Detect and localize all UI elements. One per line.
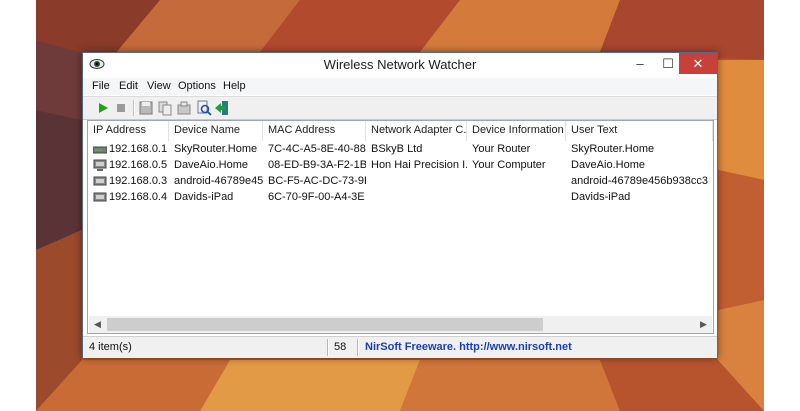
nirsoft-link[interactable]: NirSoft Freeware. http://www.nirsoft.net bbox=[365, 340, 572, 355]
cell-device-name: android-46789e45... bbox=[174, 175, 263, 187]
cell-device-info bbox=[467, 173, 566, 189]
title-bar[interactable]: Wireless Network Watcher – ☐ ✕ bbox=[83, 53, 717, 77]
table-row[interactable]: 192.168.0.3 android-46789e45... BC-F5-AC… bbox=[88, 173, 713, 189]
maximize-button[interactable]: ☐ bbox=[654, 53, 682, 74]
cell-ip: 192.168.0.5 bbox=[109, 159, 168, 171]
minimize-button[interactable]: – bbox=[626, 53, 654, 74]
menu-file[interactable]: File bbox=[92, 80, 110, 92]
cell-device-info: Your Computer bbox=[472, 159, 546, 171]
cell-device-info: Your Router bbox=[472, 143, 531, 155]
column-header-mac[interactable]: MAC Address bbox=[263, 121, 366, 141]
column-header-user-text[interactable]: User Text bbox=[566, 121, 713, 141]
scroll-left-icon[interactable]: ◀ bbox=[89, 316, 106, 333]
cell-user-text: Davids-iPad bbox=[571, 191, 631, 203]
column-header-adapter[interactable]: Network Adapter C... bbox=[366, 121, 467, 141]
cell-device-info bbox=[467, 189, 566, 205]
exit-icon[interactable] bbox=[214, 100, 230, 116]
cell-adapter bbox=[366, 173, 467, 189]
status-divider bbox=[327, 339, 329, 356]
menu-options[interactable]: Options bbox=[178, 80, 216, 92]
cell-ip: 192.168.0.1 bbox=[109, 143, 168, 155]
menu-view[interactable]: View bbox=[147, 80, 171, 92]
cell-mac: 08-ED-B9-3A-F2-1B bbox=[268, 159, 366, 171]
cell-mac: 6C-70-9F-00-A4-3E bbox=[268, 191, 365, 203]
scroll-right-icon[interactable]: ▶ bbox=[695, 316, 712, 333]
status-number: 58 bbox=[334, 341, 347, 353]
stop-icon[interactable] bbox=[113, 100, 129, 116]
toolbar bbox=[83, 96, 717, 120]
status-divider bbox=[357, 339, 359, 356]
cell-adapter: Hon Hai Precision I... bbox=[371, 159, 467, 171]
cell-device-name: Davids-iPad bbox=[174, 191, 234, 203]
column-header-device-info[interactable]: Device Information bbox=[467, 121, 566, 141]
table-row[interactable]: 192.168.0.1 SkyRouter.Home 7C-4C-A5-8E-4… bbox=[88, 141, 713, 157]
cell-ip: 192.168.0.4 bbox=[109, 191, 168, 203]
horizontal-scrollbar[interactable]: ◀ ▶ bbox=[89, 316, 712, 333]
column-header-ip[interactable]: IP Address bbox=[88, 121, 169, 141]
play-icon[interactable] bbox=[95, 100, 111, 116]
cell-user-text: SkyRouter.Home bbox=[571, 143, 655, 155]
app-window: Wireless Network Watcher – ☐ ✕ File Edit… bbox=[82, 52, 718, 358]
table-row[interactable]: 192.168.0.5 DaveAio.Home 08-ED-B9-3A-F2-… bbox=[88, 157, 713, 173]
search-icon[interactable] bbox=[196, 100, 212, 116]
copy-icon[interactable] bbox=[157, 100, 173, 116]
cell-ip: 192.168.0.3 bbox=[109, 175, 168, 187]
close-button[interactable]: ✕ bbox=[679, 53, 717, 74]
toolbar-separator bbox=[133, 100, 135, 116]
save-icon[interactable] bbox=[138, 100, 154, 116]
cell-adapter bbox=[366, 189, 467, 205]
properties-icon[interactable] bbox=[176, 100, 192, 116]
cell-user-text: android-46789e456b938cc3 bbox=[571, 175, 709, 187]
status-item-count: 4 item(s) bbox=[89, 341, 132, 353]
cell-mac: 7C-4C-A5-8E-40-88 bbox=[268, 143, 366, 155]
menu-bar: File Edit View Options Help bbox=[83, 78, 717, 95]
cell-adapter: BSkyB Ltd bbox=[371, 143, 423, 155]
cell-user-text: DaveAio.Home bbox=[571, 159, 645, 171]
menu-edit[interactable]: Edit bbox=[119, 80, 138, 92]
cell-device-name: DaveAio.Home bbox=[174, 159, 248, 171]
cell-mac: BC-F5-AC-DC-73-9E bbox=[268, 175, 366, 187]
status-bar: 4 item(s) 58 NirSoft Freeware. http://ww… bbox=[83, 336, 717, 358]
menu-help[interactable]: Help bbox=[223, 80, 246, 92]
column-header-device-name[interactable]: Device Name bbox=[169, 121, 263, 141]
cell-device-name: SkyRouter.Home bbox=[174, 143, 258, 155]
scrollbar-thumb[interactable] bbox=[107, 318, 543, 331]
device-list[interactable]: IP Address Device Name MAC Address Netwo… bbox=[87, 120, 714, 334]
window-title: Wireless Network Watcher bbox=[323, 57, 477, 72]
table-row[interactable]: 192.168.0.4 Davids-iPad 6C-70-9F-00-A4-3… bbox=[88, 189, 713, 205]
